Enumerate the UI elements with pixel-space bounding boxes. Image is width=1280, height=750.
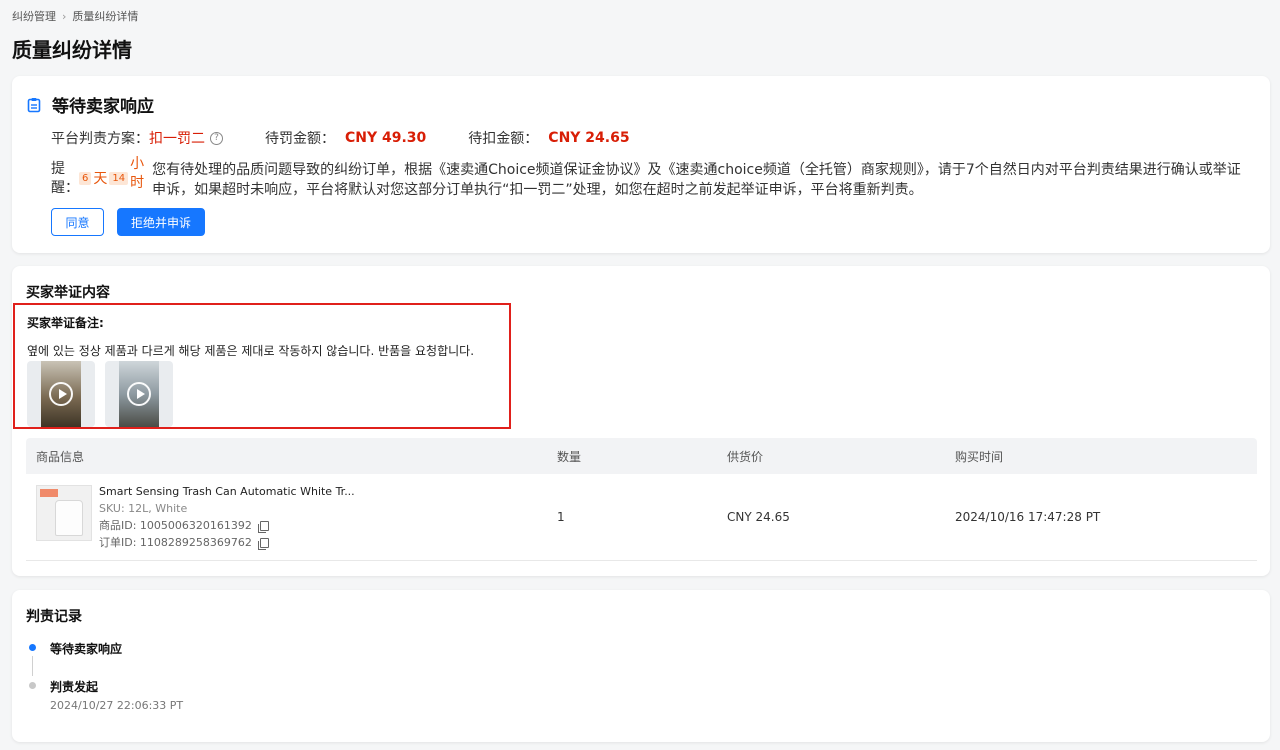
table-header: 商品信息 数量 供货价 购买时间 — [26, 438, 1257, 474]
countdown: 6 天 14 小时 — [79, 156, 144, 191]
page-title: 质量纠纷详情 — [12, 38, 132, 62]
play-icon — [127, 382, 151, 406]
penalty-label: 待罚金额： — [265, 131, 335, 147]
product-sku: SKU: 12L, White — [99, 502, 188, 515]
agree-button[interactable]: 同意 — [51, 208, 104, 236]
evidence-note-text: 옆에 있는 정상 제품과 다르게 해당 제품은 제대로 작동하지 않습니다. 반… — [27, 344, 475, 358]
header-quantity: 数量 — [557, 449, 582, 464]
breadcrumb-parent-link[interactable]: 纠纷管理 — [12, 8, 56, 24]
records-card: 判责记录 等待卖家响应 判责发起 2024/10/27 22:06:33 PT — [12, 590, 1270, 742]
breadcrumb-current: 质量纠纷详情 — [72, 10, 139, 23]
timeline-connector — [32, 656, 33, 676]
header-purchase-time: 购买时间 — [955, 449, 1004, 464]
clipboard-icon — [26, 97, 42, 113]
purchase-time-cell: 2024/10/16 17:47:28 PT — [955, 510, 1101, 524]
play-icon — [49, 382, 73, 406]
reject-appeal-button[interactable]: 拒绝并申诉 — [117, 208, 205, 236]
order-id: 订单ID: 1108289258369762 — [99, 536, 252, 549]
deduct-label: 待扣金额： — [468, 131, 539, 147]
timeline-item: 等待卖家响应 — [28, 640, 183, 678]
breadcrumb: 纠纷管理 › 质量纠纷详情 — [12, 8, 138, 24]
status-title: 等待卖家响应 — [52, 97, 154, 117]
countdown-hours: 14 — [109, 171, 129, 185]
product-image[interactable] — [36, 485, 92, 541]
countdown-days: 6 — [79, 171, 92, 185]
action-buttons: 同意 拒绝并申诉 — [51, 208, 205, 236]
status-header: 等待卖家响应 — [26, 92, 154, 117]
quantity-cell: 1 — [557, 510, 565, 524]
copy-icon[interactable] — [257, 520, 269, 533]
chevron-right-icon: › — [62, 9, 67, 23]
timeline: 等待卖家响应 判责发起 2024/10/27 22:06:33 PT — [28, 640, 183, 712]
timeline-title: 等待卖家响应 — [50, 642, 123, 656]
reminder-text: 您有待处理的品质问题导致的纠纷订单，根据《速卖通Choice频道保证金协议》及《… — [152, 162, 1241, 198]
verdict-row: 平台判责方案： 扣一罚二 ? 待罚金额： CNY 49.30 待扣金额： CNY… — [51, 128, 630, 148]
status-card: 等待卖家响应 平台判责方案： 扣一罚二 ? 待罚金额： CNY 49.30 待扣… — [12, 76, 1270, 253]
copy-icon[interactable] — [257, 537, 269, 550]
countdown-hour-unit: 小时 — [130, 156, 145, 191]
verdict-value: 扣一罚二 — [149, 131, 205, 147]
reminder: 提醒： 6 天 14 小时 您有待处理的品质问题导致的纠纷订单，根据《速卖通Ch… — [51, 156, 1246, 200]
timeline-time: 2024/10/27 22:06:33 PT — [50, 699, 184, 712]
evidence-section-title: 买家举证内容 — [26, 285, 110, 301]
evidence-highlight-box: 买家举证备注: 옆에 있는 정상 제품과 다르게 해당 제품은 제대로 작동하지… — [13, 303, 511, 429]
header-product-info: 商品信息 — [36, 449, 85, 464]
price-cell: CNY 24.65 — [727, 510, 790, 524]
evidence-note-label: 买家举证备注: — [27, 316, 104, 330]
penalty-amount: CNY 49.30 — [345, 130, 427, 146]
product-table: 商品信息 数量 供货价 购买时间 Smart Sensing Trash Can… — [26, 438, 1257, 561]
timeline-dot — [29, 682, 36, 689]
product-id: 商品ID: 1005006320161392 — [99, 519, 252, 532]
countdown-day-unit: 天 — [93, 171, 108, 187]
evidence-video-thumbnail-2[interactable] — [105, 361, 173, 427]
help-icon[interactable]: ? — [210, 131, 223, 145]
product-cell: Smart Sensing Trash Can Automatic White … — [26, 483, 557, 551]
reminder-label: 提醒： — [51, 161, 79, 196]
evidence-video-thumbnail-1[interactable] — [27, 361, 95, 427]
timeline-item: 判责发起 2024/10/27 22:06:33 PT — [28, 678, 183, 712]
table-row: Smart Sensing Trash Can Automatic White … — [26, 474, 1257, 561]
records-section-title: 判责记录 — [26, 609, 82, 625]
verdict-label: 平台判责方案： — [51, 131, 149, 147]
deduct-amount: CNY 24.65 — [548, 130, 630, 146]
header-price: 供货价 — [727, 449, 764, 464]
timeline-dot-active — [29, 644, 36, 651]
evidence-card: 买家举证内容 买家举证备注: 옆에 있는 정상 제품과 다르게 해당 제품은 제… — [12, 266, 1270, 576]
timeline-title: 判责发起 — [50, 680, 99, 694]
product-name[interactable]: Smart Sensing Trash Can Automatic White … — [99, 483, 355, 500]
